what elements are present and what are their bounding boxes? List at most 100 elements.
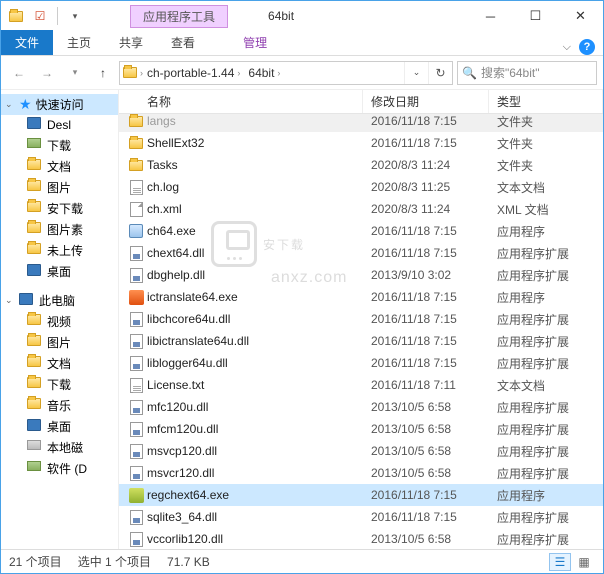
- column-name[interactable]: 名称: [119, 90, 363, 113]
- help-icon[interactable]: ?: [579, 39, 595, 55]
- maximize-button[interactable]: ☐: [513, 1, 558, 31]
- file-row[interactable]: chext64.dll2016/11/18 7:15应用程序扩展: [119, 242, 603, 264]
- refresh-icon[interactable]: ↻: [428, 62, 452, 84]
- file-date: 2016/11/18 7:15: [371, 510, 497, 524]
- nav-item[interactable]: 视频: [1, 311, 118, 332]
- nav-item[interactable]: 文档: [1, 353, 118, 374]
- dll-icon: [127, 310, 145, 328]
- nav-item[interactable]: 桌面: [1, 261, 118, 282]
- expand-ribbon-icon[interactable]: ⌵: [563, 41, 571, 54]
- file-row[interactable]: msvcp120.dll2013/10/5 6:58应用程序扩展: [119, 440, 603, 462]
- folder-icon: [127, 156, 145, 174]
- tab-share[interactable]: 共享: [105, 30, 157, 55]
- file-row[interactable]: liblogger64u.dll2016/11/18 7:15应用程序扩展: [119, 352, 603, 374]
- file-date: 2020/8/3 11:25: [371, 180, 497, 194]
- file-type: 应用程序: [497, 289, 545, 306]
- drive-icon: [27, 335, 43, 351]
- chevron-down-icon[interactable]: ⌄: [5, 99, 15, 110]
- column-type[interactable]: 类型: [489, 90, 603, 113]
- file-row[interactable]: ch.xml2020/8/3 11:24XML 文档: [119, 198, 603, 220]
- file-name: msvcp120.dll: [147, 444, 371, 458]
- file-row[interactable]: langs2016/11/18 7:15文件夹: [119, 114, 603, 132]
- column-headers: 名称 修改日期 类型: [119, 90, 603, 114]
- pc-icon: [19, 293, 35, 309]
- breadcrumb-2[interactable]: 64bit›: [244, 66, 284, 80]
- minimize-button[interactable]: ─: [468, 1, 513, 31]
- nav-item[interactable]: 软件 (D: [1, 458, 118, 479]
- nav-item[interactable]: 桌面: [1, 416, 118, 437]
- nav-item[interactable]: 音乐: [1, 395, 118, 416]
- file-name: ch64.exe: [147, 224, 371, 238]
- nav-quick-access[interactable]: ⌄ ★ 快速访问: [1, 94, 118, 115]
- nav-item[interactable]: 下载: [1, 135, 118, 156]
- file-row[interactable]: sqlite3_64.dll2016/11/18 7:15应用程序扩展: [119, 506, 603, 528]
- dll-icon: [127, 464, 145, 482]
- search-icon: 🔍: [462, 66, 477, 80]
- nav-item[interactable]: Desl: [1, 115, 118, 135]
- file-row[interactable]: regchext64.exe2016/11/18 7:15应用程序: [119, 484, 603, 506]
- file-type: XML 文档: [497, 201, 549, 218]
- tab-manage[interactable]: 管理: [229, 30, 281, 55]
- up-button[interactable]: ↑: [91, 61, 115, 85]
- file-row[interactable]: ch.log2020/8/3 11:25文本文档: [119, 176, 603, 198]
- file-date: 2016/11/18 7:15: [371, 334, 497, 348]
- file-date: 2020/8/3 11:24: [371, 202, 497, 216]
- folder-icon: [27, 264, 43, 280]
- nav-item[interactable]: 图片: [1, 332, 118, 353]
- file-date: 2016/11/18 7:15: [371, 290, 497, 304]
- nav-item[interactable]: 本地磁: [1, 437, 118, 458]
- file-date: 2013/10/5 6:58: [371, 422, 497, 436]
- folder-icon: [27, 159, 43, 175]
- file-row[interactable]: mfcm120u.dll2013/10/5 6:58应用程序扩展: [119, 418, 603, 440]
- file-row[interactable]: libictranslate64u.dll2016/11/18 7:15应用程序…: [119, 330, 603, 352]
- file-name: msvcr120.dll: [147, 466, 371, 480]
- file-date: 2016/11/18 7:15: [371, 224, 497, 238]
- file-date: 2013/9/10 3:02: [371, 268, 497, 282]
- context-tab-label: 应用程序工具: [130, 5, 228, 28]
- nav-item[interactable]: 安下载: [1, 198, 118, 219]
- star-icon: ★: [19, 96, 32, 113]
- drive-icon: [27, 419, 43, 435]
- file-date: 2016/11/18 7:15: [371, 136, 497, 150]
- search-input[interactable]: 🔍 搜索"64bit": [457, 61, 597, 85]
- file-row[interactable]: ShellExt322016/11/18 7:15文件夹: [119, 132, 603, 154]
- back-button[interactable]: ←: [7, 61, 31, 85]
- file-row[interactable]: Tasks2020/8/3 11:24文件夹: [119, 154, 603, 176]
- file-row[interactable]: mfc120u.dll2013/10/5 6:58应用程序扩展: [119, 396, 603, 418]
- file-tab[interactable]: 文件: [1, 30, 53, 55]
- file-type: 文件夹: [497, 114, 533, 130]
- file-row[interactable]: vccorlib120.dll2013/10/5 6:58应用程序扩展: [119, 528, 603, 550]
- breadcrumb-1[interactable]: ch-portable-1.44›: [143, 66, 244, 80]
- view-details-icon[interactable]: ☰: [549, 553, 571, 571]
- file-name: mfc120u.dll: [147, 400, 371, 414]
- file-row[interactable]: libchcore64u.dll2016/11/18 7:15应用程序扩展: [119, 308, 603, 330]
- nav-item[interactable]: 下载: [1, 374, 118, 395]
- file-row[interactable]: dbghelp.dll2013/9/10 3:02应用程序扩展: [119, 264, 603, 286]
- nav-item[interactable]: 图片: [1, 177, 118, 198]
- tab-home[interactable]: 主页: [53, 30, 105, 55]
- navigation-pane: ⌄ ★ 快速访问 Desl下载文档图片安下载图片素未上传桌面 ⌄ 此电脑 视频图…: [1, 90, 119, 550]
- dll-icon: [127, 508, 145, 526]
- properties-icon[interactable]: ☑: [29, 5, 51, 27]
- history-dropdown-icon[interactable]: ⌄: [404, 62, 428, 84]
- file-name: ch.xml: [147, 202, 371, 216]
- file-row[interactable]: ch64.exe2016/11/18 7:15应用程序: [119, 220, 603, 242]
- file-row[interactable]: ictranslate64.exe2016/11/18 7:15应用程序: [119, 286, 603, 308]
- chevron-down-icon[interactable]: ⌄: [5, 295, 15, 306]
- nav-this-pc[interactable]: ⌄ 此电脑: [1, 290, 118, 311]
- recent-dropdown[interactable]: ▾: [63, 61, 87, 85]
- file-rows-container[interactable]: langs2016/11/18 7:15文件夹ShellExt322016/11…: [119, 114, 603, 550]
- qat-dropdown-icon[interactable]: ▾: [64, 5, 86, 27]
- close-button[interactable]: ✕: [558, 1, 603, 31]
- file-row[interactable]: License.txt2016/11/18 7:11文本文档: [119, 374, 603, 396]
- file-date: 2013/10/5 6:58: [371, 400, 497, 414]
- address-bar[interactable]: › ch-portable-1.44› 64bit› ⌄ ↻: [119, 61, 453, 85]
- dll-icon: [127, 354, 145, 372]
- nav-item[interactable]: 文档: [1, 156, 118, 177]
- file-row[interactable]: msvcr120.dll2013/10/5 6:58应用程序扩展: [119, 462, 603, 484]
- nav-item[interactable]: 图片素: [1, 219, 118, 240]
- nav-item[interactable]: 未上传: [1, 240, 118, 261]
- view-icons-icon[interactable]: ▦: [573, 553, 595, 571]
- tab-view[interactable]: 查看: [157, 30, 209, 55]
- column-date[interactable]: 修改日期: [363, 90, 489, 113]
